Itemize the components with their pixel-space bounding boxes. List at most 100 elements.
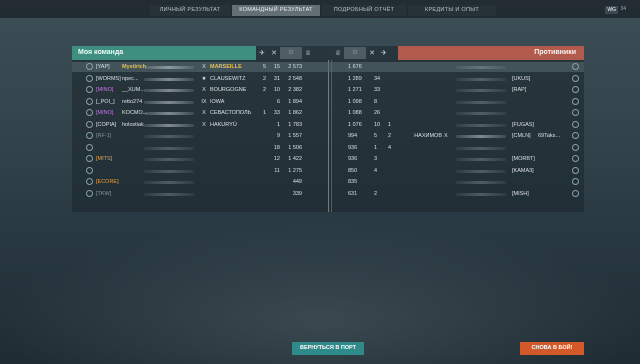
rank-badge-icon <box>572 166 579 174</box>
laurel-icon <box>315 74 323 84</box>
rank-badge-icon <box>86 189 93 197</box>
ship-silhouette-icon <box>456 158 506 161</box>
ships-destroyed <box>388 154 398 164</box>
return-to-port-button[interactable]: ВЕРНУТЬСЯ В ПОРТ <box>292 342 364 355</box>
rank-badge-icon <box>86 74 93 82</box>
ships-destroyed <box>256 143 266 153</box>
ships-destroyed <box>388 97 398 107</box>
base-xp: 631 <box>348 190 358 197</box>
battle-again-button[interactable]: СНОВА В БОЙ! <box>520 342 584 355</box>
player-name[interactable] <box>538 166 570 176</box>
player-name[interactable] <box>538 177 570 187</box>
ship-tier <box>200 189 208 199</box>
laurel-icon <box>315 62 323 72</box>
version-number: 34 <box>620 6 626 12</box>
base-xp: 2 382 <box>288 87 302 93</box>
player-name[interactable]: 69Taks... <box>538 131 570 141</box>
rank-badge-icon <box>86 166 93 174</box>
plane-icon: ✈ <box>259 50 265 57</box>
player-name[interactable] <box>538 85 570 95</box>
table-row[interactable]: [TKW] 339 631 2 [MISH] <box>72 189 584 199</box>
base-xp: 936 <box>348 156 358 162</box>
table-row[interactable]: 11 1 275 850 4 [KAMA3] <box>72 166 584 176</box>
base-xp: 1 088 <box>348 110 362 116</box>
ships-destroyed <box>256 131 266 141</box>
base-xp: 2 548 <box>288 75 302 82</box>
player-clan: [MINO] <box>96 87 114 93</box>
ship-name: СЕВАСТОПОЛЬ <box>210 110 252 116</box>
ship-silhouette-icon <box>456 100 506 104</box>
kills-icon: ✕ <box>369 50 375 57</box>
base-xp: 1 422 <box>288 156 302 162</box>
laurel-icon: ♕ <box>334 50 342 57</box>
tab-team-result[interactable]: КОМАНДНЫЙ РЕЗУЛЬТАТ <box>232 5 320 16</box>
player-name[interactable] <box>538 74 570 84</box>
player-clan: [ECORE] <box>96 179 119 185</box>
base-xp: 339 <box>292 190 302 197</box>
tab-detailed-report[interactable]: ПОДРОБНЫЙ ОТЧЁТ <box>322 5 406 16</box>
planes-destroyed: 34 <box>374 75 381 82</box>
tab-personal-result[interactable]: ЛИЧНЫЙ РЕЗУЛЬТАТ <box>150 5 230 16</box>
planes-destroyed: 12 <box>273 156 280 162</box>
ships-destroyed <box>256 97 266 107</box>
ship-name <box>210 131 256 141</box>
rank-badge-icon <box>572 178 579 185</box>
player-clan <box>96 166 122 176</box>
table-row[interactable]: 18 1 506 936 1 4 <box>72 143 584 153</box>
player-name[interactable] <box>538 108 570 118</box>
ship-tier: X <box>202 110 206 116</box>
planes-destroyed: 1 <box>276 121 280 128</box>
table-row[interactable]: [MINO] __XUM... X BOURGOGNE 2 10 2 382 1 271 33[… <box>72 85 584 95</box>
table-row[interactable]: [WORMS] npec... ★ CLAUSEWITZ 2 31 2 548 1 289 34… <box>72 74 584 84</box>
base-xp: 1 098 <box>348 98 362 105</box>
table-row[interactable]: [ECORE] 449 835 <box>72 177 584 187</box>
base-xp: 1 076 <box>348 121 362 128</box>
ship-name: HAKURYŪ <box>210 121 237 128</box>
player-name[interactable] <box>538 62 570 72</box>
ship-silhouette-icon <box>456 169 506 173</box>
laurel-icon: ♕ <box>304 50 312 57</box>
ship-tier <box>444 189 452 199</box>
table-row[interactable]: [COPIA] holostiak X HAKURYŪ 1 1 783 1 076 10 1 [F… <box>72 120 584 130</box>
ship-tier <box>444 62 452 72</box>
rank-badge-icon <box>572 155 579 162</box>
ship-name <box>400 143 442 153</box>
planes-destroyed: 8 <box>374 98 378 105</box>
ships-destroyed <box>388 166 398 176</box>
player-name[interactable] <box>538 189 570 199</box>
laurel-icon <box>315 97 323 107</box>
ships-destroyed: 1 <box>262 110 266 116</box>
ships-destroyed <box>388 189 398 199</box>
table-row[interactable]: [YAP] Mystirich X MARSEILLE 5 15 2 573 1 676 <box>72 62 584 72</box>
table-row[interactable]: [RF-1] 9 1 557 994 5 2 НАХИМОВ X [CMLN] 69Taks... <box>72 131 584 141</box>
table-row[interactable]: [MINO] KOCMO... X СЕВАСТОПОЛЬ 1 33 1 862 1 088 2… <box>72 108 584 118</box>
ship-name <box>400 97 442 107</box>
ship-silhouette-icon <box>144 158 194 161</box>
ships-destroyed <box>256 154 266 164</box>
ships-destroyed <box>256 166 266 176</box>
ship-tier <box>444 166 452 176</box>
planes-destroyed: 15 <box>273 64 280 70</box>
player-name[interactable] <box>538 97 570 107</box>
player-name[interactable] <box>538 120 570 130</box>
plane-icon: ✈ <box>381 50 387 57</box>
ship-name: BOURGOGNE <box>210 87 247 93</box>
ship-silhouette-icon <box>456 181 506 184</box>
ship-silhouette-icon <box>456 66 506 69</box>
ship-tier <box>200 143 208 153</box>
table-row[interactable]: [_POI_] retto274 IX IOWA 6 1 894 1 098 8 <box>72 97 584 107</box>
rank-badge-icon <box>572 109 579 116</box>
rank-badge-icon <box>572 86 579 93</box>
player-clan <box>512 97 538 107</box>
ship-silhouette-icon <box>456 89 506 92</box>
tab-credits-xp[interactable]: КРЕДИТЫ И ОПЫТ <box>408 5 496 16</box>
player-name[interactable] <box>538 154 570 164</box>
enemy-column-icons: ♕ ☆ ✕ ✈ <box>332 46 390 60</box>
rank-badge-icon <box>572 120 579 128</box>
ship-tier <box>444 120 452 130</box>
planes-destroyed: 6 <box>276 98 280 105</box>
table-row[interactable]: [MITS] 12 1 422 936 3 [MORBT] <box>72 154 584 164</box>
planes-destroyed <box>268 189 280 199</box>
player-name[interactable] <box>538 143 570 153</box>
player-clan: [WORMS] <box>96 75 121 82</box>
